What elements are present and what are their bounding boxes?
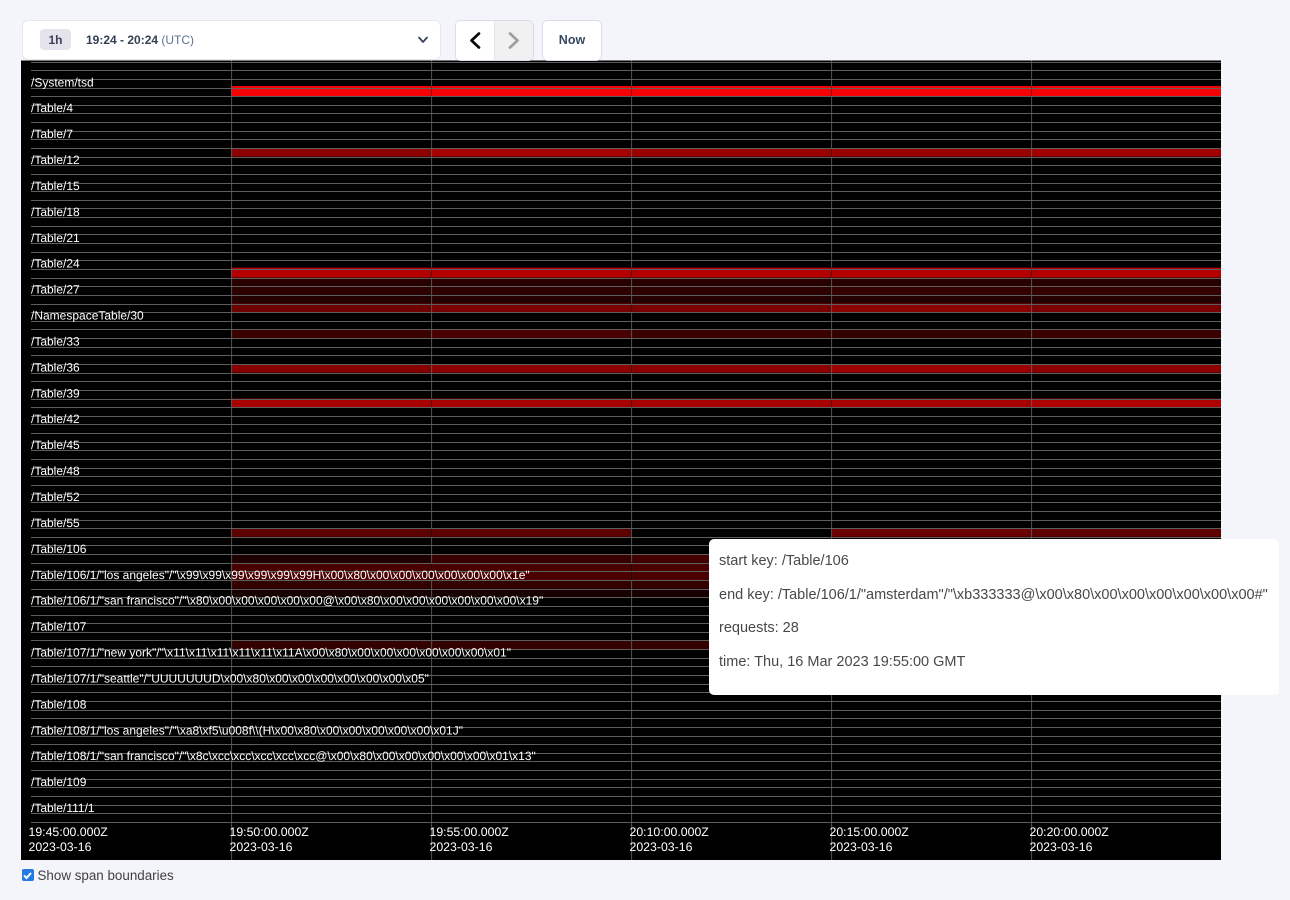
svg-text:/Table/107/1/"seattle"/"UUUUUU: /Table/107/1/"seattle"/"UUUUUUUD\x00\x80… xyxy=(31,671,429,685)
svg-text:/Table/111/1: /Table/111/1 xyxy=(31,801,95,815)
svg-text:/Table/55: /Table/55 xyxy=(31,516,80,530)
svg-text:20:20:00.000Z: 20:20:00.000Z xyxy=(1030,825,1110,839)
svg-text:/Table/108/1/"los angeles"/"\x: /Table/108/1/"los angeles"/"\xa8\xf5\u00… xyxy=(31,723,463,737)
svg-text:/Table/45: /Table/45 xyxy=(31,438,80,452)
svg-text:/Table/106/1/"san francisco"/": /Table/106/1/"san francisco"/"\x80\x00\x… xyxy=(31,594,543,608)
svg-text:/Table/33: /Table/33 xyxy=(31,334,80,348)
svg-text:/Table/39: /Table/39 xyxy=(31,386,80,400)
svg-text:/Table/7: /Table/7 xyxy=(31,127,73,141)
svg-text:/Table/21: /Table/21 xyxy=(31,231,80,245)
svg-text:19:50:00.000Z: 19:50:00.000Z xyxy=(230,825,310,839)
svg-text:/Table/109: /Table/109 xyxy=(31,775,87,789)
svg-text:/Table/52: /Table/52 xyxy=(31,490,80,504)
svg-text:/Table/48: /Table/48 xyxy=(31,464,80,478)
svg-text:/Table/108/1/"san francisco"/": /Table/108/1/"san francisco"/"\x8c\xcc\x… xyxy=(31,749,536,763)
svg-text:/Table/24: /Table/24 xyxy=(31,257,80,271)
svg-text:/Table/15: /Table/15 xyxy=(31,179,80,193)
svg-text:/Table/36: /Table/36 xyxy=(31,360,80,374)
svg-text:/Table/106: /Table/106 xyxy=(31,542,87,556)
svg-text:2023-03-16: 2023-03-16 xyxy=(1030,840,1093,854)
svg-text:/Table/106/1/"los angeles"/"\x: /Table/106/1/"los angeles"/"\x99\x99\x99… xyxy=(31,568,530,582)
svg-text:/NamespaceTable/30: /NamespaceTable/30 xyxy=(31,309,144,323)
svg-text:2023-03-16: 2023-03-16 xyxy=(430,840,493,854)
svg-text:19:45:00.000Z: 19:45:00.000Z xyxy=(29,825,109,839)
svg-text:2023-03-16: 2023-03-16 xyxy=(230,840,293,854)
svg-text:/Table/12: /Table/12 xyxy=(31,153,80,167)
svg-text:/Table/42: /Table/42 xyxy=(31,412,80,426)
svg-text:/Table/18: /Table/18 xyxy=(31,205,80,219)
svg-text:20:10:00.000Z: 20:10:00.000Z xyxy=(630,825,710,839)
svg-text:2023-03-16: 2023-03-16 xyxy=(29,840,92,854)
svg-text:19:55:00.000Z: 19:55:00.000Z xyxy=(430,825,510,839)
svg-text:/Table/107: /Table/107 xyxy=(31,620,87,634)
svg-text:20:15:00.000Z: 20:15:00.000Z xyxy=(830,825,910,839)
svg-text:/Table/108: /Table/108 xyxy=(31,697,87,711)
svg-text:2023-03-16: 2023-03-16 xyxy=(630,840,693,854)
svg-text:/Table/4: /Table/4 xyxy=(31,101,73,115)
svg-text:/System/tsd: /System/tsd xyxy=(31,75,94,89)
svg-text:/Table/107/1/"new york"/"\x11\: /Table/107/1/"new york"/"\x11\x11\x11\x1… xyxy=(31,646,511,660)
svg-text:2023-03-16: 2023-03-16 xyxy=(830,840,893,854)
svg-text:/Table/27: /Table/27 xyxy=(31,283,80,297)
